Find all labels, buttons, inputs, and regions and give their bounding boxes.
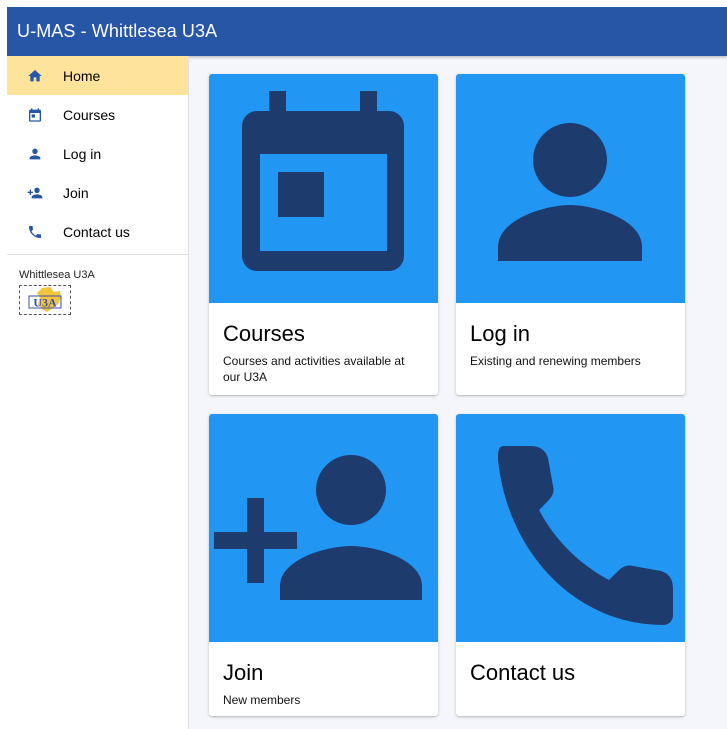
person-add-icon <box>7 185 63 201</box>
card-description: Existing and renewing members <box>470 354 641 368</box>
nav-item-join[interactable]: Join <box>7 173 188 212</box>
card-title: Courses <box>223 321 305 346</box>
org-name: Whittlesea U3A <box>19 269 95 281</box>
nav-drawer: Home Courses Log in Join Contact us Whit… <box>7 56 189 729</box>
join-card[interactable]: Join New members <box>209 414 438 716</box>
log-in-card[interactable]: Log in Existing and renewing members <box>456 74 685 395</box>
courses-card[interactable]: Courses Courses and activities available… <box>209 74 438 395</box>
nav-item-label: Contact us <box>63 223 130 240</box>
log-in-card-media <box>456 74 685 303</box>
nav-item-label: Join <box>63 184 89 201</box>
app-title: U-MAS - Whittlesea U3A <box>17 21 218 41</box>
nav-item-courses[interactable]: Courses <box>7 95 188 134</box>
card-description: New members <box>223 693 301 707</box>
person-add-icon <box>214 455 422 600</box>
card-title: Join <box>223 660 264 685</box>
u3a-logo: U3A <box>19 285 71 315</box>
card-description: Courses and activities available at our … <box>223 354 405 384</box>
card-title: Contact us <box>470 660 576 685</box>
nav-item-label: Courses <box>63 106 116 123</box>
phone-icon <box>7 224 63 240</box>
nav-item-label: Home <box>63 67 101 84</box>
app-bar: U-MAS - Whittlesea U3A <box>7 7 727 56</box>
nav-item-contact-us[interactable]: Contact us <box>7 212 188 251</box>
join-card-media <box>209 414 438 642</box>
nav-item-label: Log in <box>63 145 102 162</box>
nav-divider <box>7 254 188 255</box>
logo-text: U3A <box>33 296 57 310</box>
calendar-icon <box>7 107 63 123</box>
calendar-icon <box>242 91 404 271</box>
contact-us-card-media <box>456 414 685 642</box>
app-frame: U-MAS - Whittlesea U3A Home Courses Log … <box>7 7 727 729</box>
courses-card-media <box>209 74 438 303</box>
contact-us-card[interactable]: Contact us <box>456 414 685 716</box>
card-title: Log in <box>470 321 530 346</box>
home-icon <box>7 68 63 84</box>
phone-icon <box>498 446 673 625</box>
person-icon <box>7 146 63 162</box>
nav-item-home[interactable]: Home <box>7 56 188 95</box>
nav-item-log-in[interactable]: Log in <box>7 134 188 173</box>
person-icon <box>498 123 642 261</box>
